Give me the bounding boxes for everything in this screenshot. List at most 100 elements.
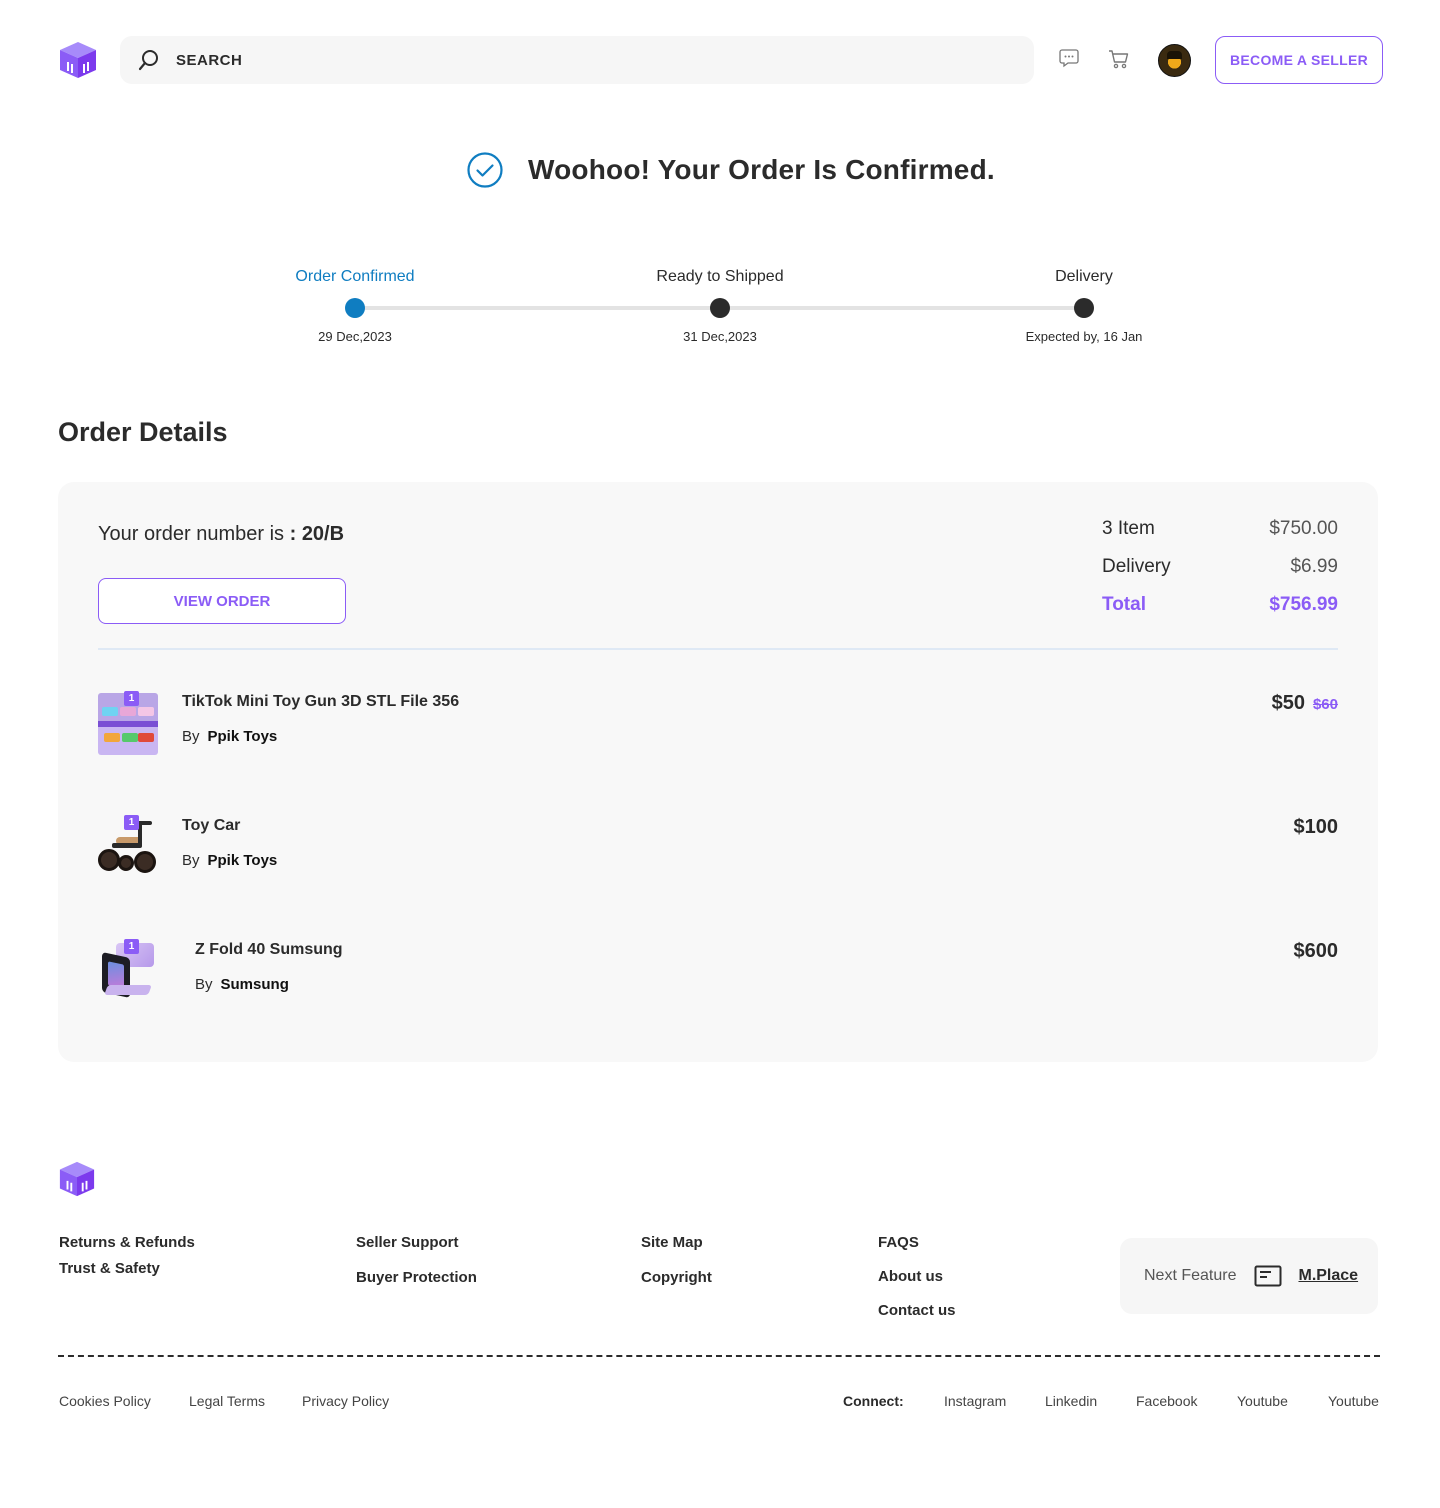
social-links: Youtube xyxy=(1328,1393,1379,1409)
summary-label: Total xyxy=(1102,594,1146,615)
quantity-badge: 1 xyxy=(124,691,139,706)
summary-amount: $756.99 xyxy=(1269,594,1338,615)
footer-column-policies: Returns & Refunds Trust & Safety xyxy=(59,1234,195,1290)
step-label: Delivery xyxy=(1055,268,1113,285)
search-input[interactable] xyxy=(176,51,976,69)
footer-link-returns[interactable]: Returns & Refunds xyxy=(59,1234,195,1251)
footer-logo-icon[interactable] xyxy=(58,1160,96,1198)
next-feature-box: Next Feature M.Place xyxy=(1120,1238,1378,1314)
social-links: Facebook xyxy=(1136,1393,1197,1409)
step-dot xyxy=(1074,298,1094,318)
summary-delivery-row: Delivery $6.99 xyxy=(1102,554,1338,592)
product-price: $100 xyxy=(1294,816,1339,839)
facebook-link[interactable]: Facebook xyxy=(1136,1393,1197,1409)
summary-total-row: Total $756.99 xyxy=(1102,592,1338,630)
confirmation-title: Woohoo! Your Order Is Confirmed. xyxy=(528,154,995,185)
view-order-button[interactable]: VIEW ORDER xyxy=(98,578,346,624)
order-details-card: Your order number is : 20/B VIEW ORDER 3… xyxy=(58,482,1378,1062)
summary-amount: $750.00 xyxy=(1269,518,1338,539)
order-details-title: Order Details xyxy=(58,417,228,447)
order-summary: 3 Item $750.00 Delivery $6.99 Total $756… xyxy=(1102,516,1338,630)
step-dot xyxy=(710,298,730,318)
product-seller: By Ppik Toys xyxy=(182,728,277,745)
order-item[interactable]: 1 Toy Car By Ppik Toys $100 xyxy=(98,815,1339,887)
step-dot xyxy=(345,298,365,318)
footer-divider xyxy=(58,1355,1380,1357)
legal-links: Cookies Policy xyxy=(59,1393,151,1409)
legal-links: Legal Terms xyxy=(189,1393,265,1409)
step-delivery: Delivery Expected by, 16 Jan xyxy=(964,260,1204,344)
footer-link-seller-support[interactable]: Seller Support xyxy=(356,1234,477,1251)
product-name[interactable]: Z Fold 40 Sumsung xyxy=(195,941,343,959)
order-number: Your order number is : 20/B xyxy=(98,523,344,546)
footer-link-copyright[interactable]: Copyright xyxy=(641,1269,712,1286)
become-seller-button[interactable]: BECOME A SELLER xyxy=(1215,36,1383,84)
avatar[interactable] xyxy=(1158,44,1191,77)
product-price: $50 $60 xyxy=(1272,692,1338,715)
site-header: BECOME A SELLER xyxy=(0,0,1440,120)
footer-link-about[interactable]: About us xyxy=(878,1268,956,1285)
footer-column-site: Site Map Copyright xyxy=(641,1234,712,1299)
by-label: By xyxy=(182,852,200,869)
legal-links: Privacy Policy xyxy=(302,1393,389,1409)
order-number-separator: : xyxy=(284,523,302,545)
cart-icon[interactable] xyxy=(1108,48,1130,70)
next-feature-label: Next Feature xyxy=(1144,1267,1237,1284)
social-links: Youtube xyxy=(1237,1393,1288,1409)
footer-link-trust-safety[interactable]: Trust & Safety xyxy=(59,1260,195,1277)
product-seller: By Ppik Toys xyxy=(182,852,277,869)
connect-label: Connect: xyxy=(843,1393,904,1409)
order-item[interactable]: 1 TikTok Mini Toy Gun 3D STL File 356 By… xyxy=(98,691,1338,763)
seller-name[interactable]: Sumsung xyxy=(221,976,289,993)
product-price: $600 xyxy=(1294,940,1339,963)
order-number-label: Your order number is xyxy=(98,523,285,545)
search-bar[interactable] xyxy=(120,36,1034,84)
step-order-confirmed: Order Confirmed 29 Dec,2023 xyxy=(235,260,475,344)
product-name[interactable]: TikTok Mini Toy Gun 3D STL File 356 xyxy=(182,693,459,711)
seller-name[interactable]: Ppik Toys xyxy=(208,852,278,869)
youtube-link-2[interactable]: Youtube xyxy=(1328,1393,1379,1409)
chat-icon[interactable] xyxy=(1058,47,1080,69)
cookies-policy-link[interactable]: Cookies Policy xyxy=(59,1393,151,1409)
order-item[interactable]: 1 Z Fold 40 Sumsung By Sumsung $600 xyxy=(98,939,1339,1011)
footer-link-buyer-protection[interactable]: Buyer Protection xyxy=(356,1269,477,1286)
step-label: Ready to Shipped xyxy=(656,268,784,285)
product-seller: By Sumsung xyxy=(195,976,289,993)
product-image-fold-phone[interactable]: 1 xyxy=(98,939,158,1003)
footer-column-support: Seller Support Buyer Protection xyxy=(356,1234,477,1299)
youtube-link[interactable]: Youtube xyxy=(1237,1393,1288,1409)
check-circle-icon xyxy=(466,151,504,189)
product-name[interactable]: Toy Car xyxy=(182,817,240,835)
by-label: By xyxy=(195,976,213,993)
footer-link-faqs[interactable]: FAQS xyxy=(878,1234,956,1251)
order-number-value: 20/B xyxy=(301,523,345,545)
product-image-toy-gun[interactable]: 1 xyxy=(98,691,158,755)
document-icon xyxy=(1254,1265,1282,1287)
footer-link-site-map[interactable]: Site Map xyxy=(641,1234,712,1251)
social-links: Instagram xyxy=(944,1393,1006,1409)
linkedin-link[interactable]: Linkedin xyxy=(1045,1393,1097,1409)
current-price: $600 xyxy=(1293,940,1339,962)
current-price: $50 xyxy=(1271,692,1305,714)
quantity-badge: 1 xyxy=(124,939,139,954)
step-date: Expected by, 16 Jan xyxy=(1025,329,1143,344)
step-label: Order Confirmed xyxy=(295,268,415,285)
search-icon xyxy=(138,49,160,71)
confirmation-banner: Woohoo! Your Order Is Confirmed. xyxy=(466,150,995,190)
legal-terms-link[interactable]: Legal Terms xyxy=(189,1393,265,1409)
by-label: By xyxy=(182,728,200,745)
seller-name[interactable]: Ppik Toys xyxy=(208,728,278,745)
current-price: $100 xyxy=(1293,816,1339,838)
product-image-toy-car[interactable]: 1 xyxy=(98,815,158,879)
instagram-link[interactable]: Instagram xyxy=(944,1393,1006,1409)
logo-icon[interactable] xyxy=(58,40,98,80)
summary-label: 3 Item xyxy=(1102,518,1155,539)
social-links: Linkedin xyxy=(1045,1393,1097,1409)
step-ready-to-ship: Ready to Shipped 31 Dec,2023 xyxy=(600,260,840,344)
footer-link-contact[interactable]: Contact us xyxy=(878,1302,956,1319)
step-date: 31 Dec,2023 xyxy=(683,329,757,344)
footer-column-company: FAQS About us Contact us xyxy=(878,1234,956,1332)
privacy-policy-link[interactable]: Privacy Policy xyxy=(302,1393,389,1409)
mplace-link[interactable]: M.Place xyxy=(1298,1267,1358,1285)
divider xyxy=(98,648,1338,650)
